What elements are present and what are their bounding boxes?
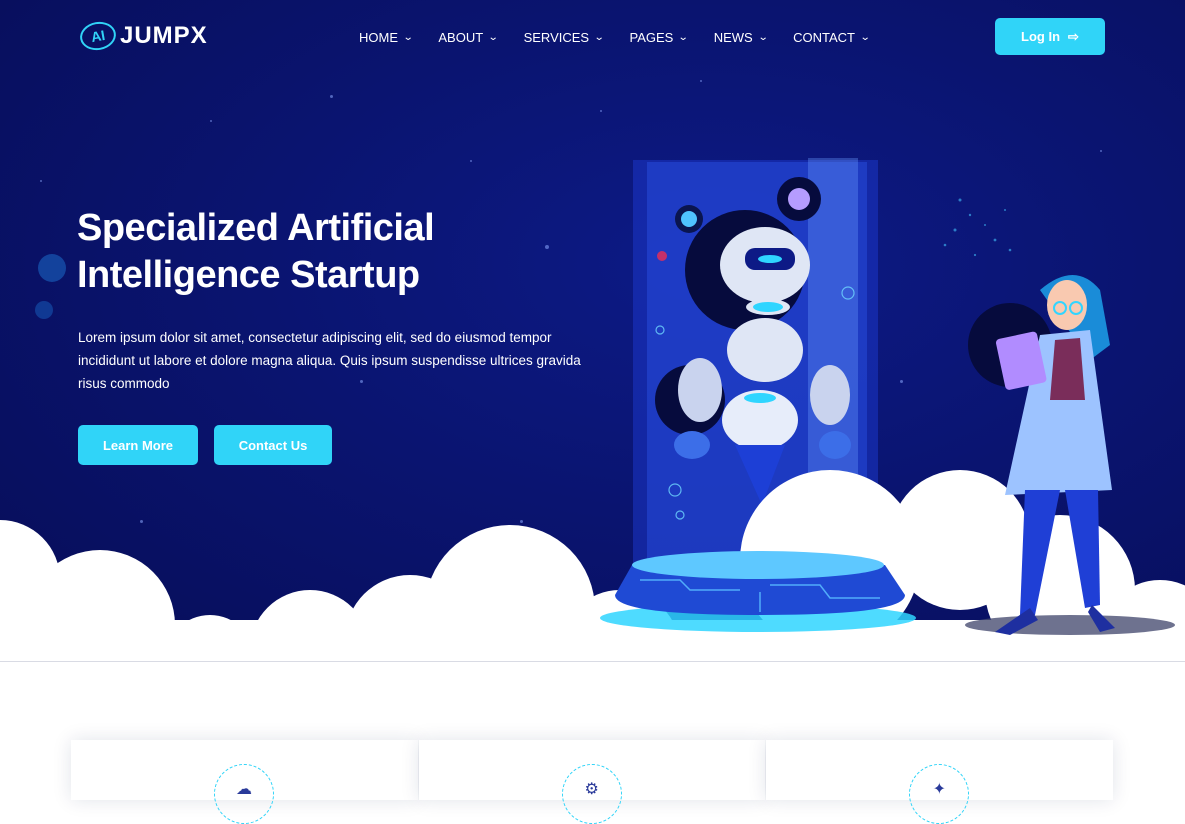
feature-card: ✦ xyxy=(766,740,1114,824)
section-divider xyxy=(0,661,1185,662)
hero-section: AI JUMPX HOME ⌄ ABOUT ⌄ SERVICES ⌄ PAGES… xyxy=(0,0,1185,661)
robot-icon: ⚙ xyxy=(561,764,622,824)
cloud-icon: ☁ xyxy=(214,764,274,824)
feature-card: ⚙ xyxy=(418,740,766,824)
features-section: ☁ ⚙ ✦ xyxy=(71,740,1114,824)
robot-and-scientist-illustration xyxy=(0,158,1185,661)
feature-card: ☁ xyxy=(71,740,418,824)
sparkle-icon: ✦ xyxy=(909,764,970,824)
